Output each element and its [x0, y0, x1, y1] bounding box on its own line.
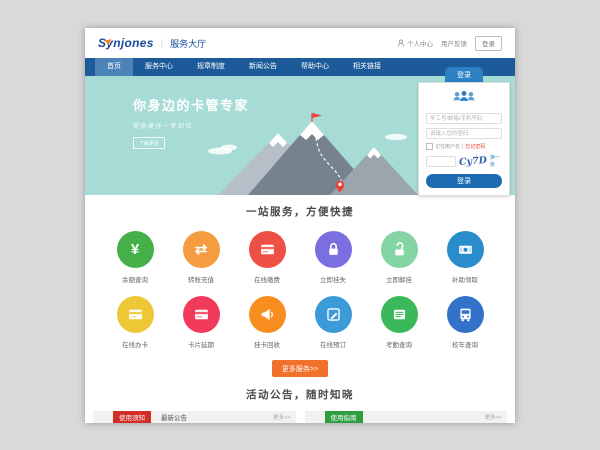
- password-input[interactable]: [426, 128, 502, 139]
- service-label: 立即解挂: [368, 274, 430, 284]
- card-icon: [117, 296, 154, 333]
- edit-icon: [315, 296, 352, 333]
- service-label: 在线办卡: [104, 339, 166, 349]
- captcha-row: Cy7D 换一张: [426, 154, 502, 168]
- forgot-password-link[interactable]: 忘记密码: [465, 143, 485, 150]
- service-label: 卡片延期: [170, 339, 232, 349]
- user-icon: [397, 39, 405, 47]
- service-item[interactable]: 立即解挂: [368, 231, 430, 284]
- announcements-title: 活动公告，随时知晓: [85, 387, 515, 402]
- service-label: 在线缴费: [236, 274, 298, 284]
- announcement-panel-right: 使用指南 更多>>: [305, 411, 508, 423]
- login-options: 记住用户名 | 忘记密码: [426, 143, 502, 150]
- header-divider: |: [161, 38, 163, 48]
- unlock-icon: [381, 231, 418, 268]
- left-panel-tabbar: 使用须知 最新公告 更多>>: [93, 411, 296, 423]
- service-item[interactable]: ⇄ 转账充值: [170, 231, 232, 284]
- megaphone-icon: [249, 296, 286, 333]
- header-login-button[interactable]: 登录: [475, 36, 502, 51]
- login-tab[interactable]: 登录: [445, 67, 483, 82]
- nav-item-home[interactable]: 首页: [95, 58, 133, 76]
- user-feedback-link[interactable]: 用户反馈: [441, 38, 467, 48]
- hero-cta-button[interactable]: 了解更多: [133, 137, 165, 149]
- hero-title: 你身边的卡管专家: [133, 95, 249, 114]
- captcha-input[interactable]: [426, 156, 456, 167]
- service-label: 在线预订: [302, 339, 364, 349]
- service-item[interactable]: 补助领取: [434, 231, 496, 284]
- tab-user-guide[interactable]: 使用指南: [325, 411, 363, 423]
- service-item[interactable]: 考勤查询: [368, 296, 430, 349]
- lock-icon: [315, 231, 352, 268]
- right-panel-tabbar: 使用指南 更多>>: [305, 411, 508, 423]
- left-more-link[interactable]: 更多>>: [273, 411, 290, 423]
- nav-item-service-center[interactable]: 服务中心: [133, 58, 185, 76]
- tab-usage-notice[interactable]: 使用须知: [113, 411, 151, 423]
- service-item[interactable]: 在线办卡: [104, 296, 166, 349]
- header: Synjones | 服务大厅 个人中心 用户反馈 登录: [85, 28, 515, 58]
- bus-icon: [447, 296, 484, 333]
- captcha-image[interactable]: Cy7D: [459, 155, 488, 168]
- service-item[interactable]: 校车查询: [434, 296, 496, 349]
- services-section: 一站服务，方便快捷 ¥ 余额查询 ⇄ 转账充值在线缴费立即挂失立即解挂补助领取 在线办…: [85, 195, 515, 377]
- service-label: 校车查询: [434, 339, 496, 349]
- right-more-link[interactable]: 更多>>: [485, 411, 502, 423]
- list-icon: [381, 296, 418, 333]
- banknote-icon: [447, 231, 484, 268]
- nav-item-news[interactable]: 新闻公告: [237, 58, 289, 76]
- service-item[interactable]: 在线缴费: [236, 231, 298, 284]
- site-container: Synjones | 服务大厅 个人中心 用户反馈 登录 首页服务中心规章制度新…: [85, 28, 515, 423]
- user-feedback-label: 用户反馈: [441, 38, 467, 48]
- remember-label: 记住用户名: [435, 143, 460, 150]
- card-icon: [249, 231, 286, 268]
- options-separator: |: [462, 144, 463, 150]
- username-input[interactable]: [426, 113, 502, 124]
- more-services-button[interactable]: 更多服务>>: [272, 360, 328, 377]
- tab-latest-announcements[interactable]: 最新公告: [161, 411, 187, 423]
- service-item[interactable]: 挂卡回收: [236, 296, 298, 349]
- hero-banner: 你身边的卡管专家 提供捷径一步到位 了解更多 登录: [85, 76, 515, 195]
- nav-item-rules[interactable]: 规章制度: [185, 58, 237, 76]
- nav-item-related-links[interactable]: 相关链接: [341, 58, 393, 76]
- service-item[interactable]: 卡片延期: [170, 296, 232, 349]
- announcement-panel-left: 使用须知 最新公告 更多>>: [93, 411, 296, 423]
- service-item[interactable]: ¥ 余额查询: [104, 231, 166, 284]
- service-label: 立即挂失: [302, 274, 364, 284]
- header-right: 个人中心 用户反馈 登录: [397, 36, 502, 51]
- captcha-refresh-link[interactable]: 换一张: [490, 154, 502, 168]
- yen-icon: ¥: [117, 231, 154, 268]
- service-label: 补助领取: [434, 274, 496, 284]
- users-icon: [426, 89, 502, 108]
- nav-item-help-center[interactable]: 帮助中心: [289, 58, 341, 76]
- services-row-1: ¥ 余额查询 ⇄ 转账充值在线缴费立即挂失立即解挂补助领取: [85, 231, 515, 284]
- logo[interactable]: Synjones: [98, 36, 154, 50]
- remember-checkbox[interactable]: [426, 143, 433, 150]
- service-label: 余额查询: [104, 274, 166, 284]
- mountain-illustration: [190, 113, 425, 195]
- site-name: 服务大厅: [170, 37, 206, 50]
- transfer-icon: ⇄: [183, 231, 220, 268]
- login-panel: 登录 记住用户名 |: [418, 67, 510, 196]
- announcement-panels: 使用须知 最新公告 更多>> 使用指南 更多>>: [93, 411, 507, 423]
- announcements-section: 活动公告，随时知晓 使用须知 最新公告 更多>> 使用指南 更多>>: [85, 377, 515, 423]
- login-form: 记住用户名 | 忘记密码 Cy7D 换一张 登录: [418, 82, 510, 196]
- service-label: 转账充值: [170, 274, 232, 284]
- services-title: 一站服务，方便快捷: [85, 204, 515, 219]
- service-label: 考勤查询: [368, 339, 430, 349]
- services-row-2: 在线办卡卡片延期挂卡回收在线预订考勤查询校车查询: [85, 296, 515, 349]
- personal-center-label: 个人中心: [407, 38, 433, 48]
- card-icon: [183, 296, 220, 333]
- login-submit-button[interactable]: 登录: [426, 174, 502, 188]
- service-item[interactable]: 立即挂失: [302, 231, 364, 284]
- service-label: 挂卡回收: [236, 339, 298, 349]
- personal-center-link[interactable]: 个人中心: [397, 38, 433, 48]
- service-item[interactable]: 在线预订: [302, 296, 364, 349]
